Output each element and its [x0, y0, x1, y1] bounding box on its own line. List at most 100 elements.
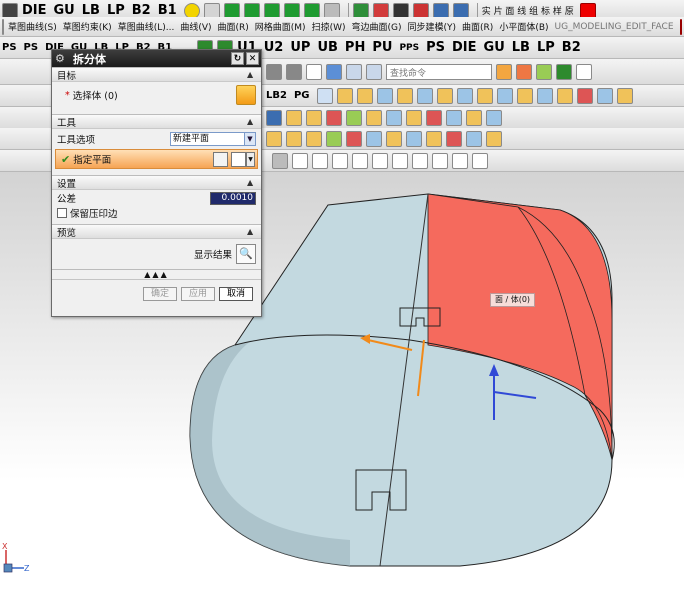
- tool-lp[interactable]: LP: [107, 3, 125, 18]
- tool-ps[interactable]: PS: [2, 42, 17, 53]
- window-icon[interactable]: [366, 63, 382, 80]
- menu-edit-face[interactable]: UG_MODELING_EDIT_FACE: [555, 22, 674, 32]
- tool-pu[interactable]: PU: [372, 40, 392, 55]
- tool-die-3[interactable]: DIE: [452, 40, 477, 55]
- keep-imprint-checkbox[interactable]: [57, 208, 67, 218]
- tool-gu-3[interactable]: GU: [484, 40, 505, 55]
- magnifier-icon[interactable]: 🔍: [236, 244, 256, 264]
- analysis-icon-6[interactable]: [366, 130, 382, 147]
- cancel-button[interactable]: 取消: [219, 286, 253, 301]
- chevron-down-icon[interactable]: ▼: [246, 151, 255, 167]
- analysis-icon-10[interactable]: [446, 130, 462, 147]
- red-square-icon-2[interactable]: [679, 18, 682, 35]
- analysis-icon-12[interactable]: [486, 130, 502, 147]
- tool-ps-2[interactable]: PS: [24, 42, 39, 53]
- existing-point-icon[interactable]: [432, 152, 448, 169]
- arrow-right-icon[interactable]: [272, 152, 288, 169]
- select-body-button[interactable]: [236, 85, 256, 105]
- command-search-input[interactable]: 查找命令: [386, 63, 492, 80]
- menu-flange-surface[interactable]: 弯边曲面(G): [352, 20, 402, 33]
- collapse-icon[interactable]: ▲: [247, 70, 257, 79]
- delete-icon[interactable]: [306, 63, 322, 80]
- tool-section-header[interactable]: 工具 ▲: [52, 114, 261, 129]
- feature-icon-14[interactable]: [596, 87, 613, 104]
- face-icon-10[interactable]: [446, 109, 462, 126]
- undo-icon[interactable]: [326, 63, 342, 80]
- tool-lp-3[interactable]: LP: [537, 40, 555, 55]
- specify-plane-row[interactable]: ✔ 指定平面 ▼: [55, 149, 258, 169]
- center-point-icon[interactable]: [392, 152, 408, 169]
- snap-icon[interactable]: [496, 63, 512, 80]
- face-icon-11[interactable]: [466, 109, 482, 126]
- slash-icon[interactable]: [576, 63, 592, 80]
- tool-pps[interactable]: PPS: [399, 43, 419, 53]
- tool-ub[interactable]: UB: [317, 40, 337, 55]
- chevron-down-icon[interactable]: ▼: [244, 133, 255, 145]
- paste-icon[interactable]: [286, 63, 302, 80]
- tool-u2[interactable]: U2: [264, 40, 284, 55]
- endpoint-icon[interactable]: [312, 152, 328, 169]
- face-icon-9[interactable]: [426, 109, 442, 126]
- menu-sync-modeling[interactable]: 同步建模(Y): [408, 20, 457, 33]
- tool-ph[interactable]: PH: [345, 40, 365, 55]
- dialog-titlebar[interactable]: ⚙ 拆分体 ↻ ✕: [52, 50, 261, 67]
- plane-dialog-icon[interactable]: [213, 151, 228, 167]
- export-icon[interactable]: [556, 63, 572, 80]
- analysis-icon-4[interactable]: [326, 130, 342, 147]
- analysis-icon-9[interactable]: [426, 130, 442, 147]
- face-icon-7[interactable]: [386, 109, 402, 126]
- analysis-icon-8[interactable]: [406, 130, 422, 147]
- split-body-dialog[interactable]: ⚙ 拆分体 ↻ ✕ 目标 ▲ * 选择体 (0) 工具 ▲ 工具选项 新建平面 …: [51, 49, 262, 317]
- keep-imprint-row[interactable]: 保留压印边: [52, 206, 261, 220]
- analysis-icon-5[interactable]: [346, 130, 362, 147]
- grid-icon[interactable]: [472, 152, 488, 169]
- select-icon[interactable]: [536, 63, 552, 80]
- tool-b2[interactable]: B2: [132, 3, 151, 18]
- menu-sketch-constraint[interactable]: 草图约束(K): [63, 20, 112, 33]
- sm-icon[interactable]: [316, 87, 333, 104]
- face-icon-12[interactable]: [486, 109, 502, 126]
- feature-icon-11[interactable]: [536, 87, 553, 104]
- collapse-icon[interactable]: ▲: [247, 178, 257, 187]
- copy-icon[interactable]: [266, 63, 282, 80]
- feature-icon-7[interactable]: [456, 87, 473, 104]
- menu-mesh-surface[interactable]: 网格曲面(M): [255, 20, 306, 33]
- reset-icon[interactable]: ↻: [231, 52, 244, 65]
- feature-icon-9[interactable]: [496, 87, 513, 104]
- expand-icon[interactable]: ▲▲▲: [52, 269, 261, 279]
- analysis-icon-3[interactable]: [306, 130, 322, 147]
- intersection-icon[interactable]: [372, 152, 388, 169]
- menu-sketch-curve[interactable]: 草图曲线(S): [8, 20, 57, 33]
- select-body-row[interactable]: * 选择体 (0): [52, 82, 261, 108]
- midpoint-icon[interactable]: [332, 152, 348, 169]
- menu-curve[interactable]: 曲线(V): [180, 20, 211, 33]
- face-icon-5[interactable]: [346, 109, 362, 126]
- tool-lb[interactable]: LB: [82, 3, 100, 18]
- gear-icon[interactable]: ⚙: [55, 52, 67, 65]
- redo-icon[interactable]: [346, 63, 362, 80]
- feature-icon-10[interactable]: [516, 87, 533, 104]
- menu-surface-2[interactable]: 曲面(R): [462, 20, 493, 33]
- feature-icon[interactable]: [336, 87, 353, 104]
- face-icon[interactable]: [266, 109, 282, 126]
- tool-lb2[interactable]: LB2: [266, 90, 287, 101]
- row1-right-menu[interactable]: 实 片 面 线 组 标 样 原: [482, 4, 574, 17]
- menu-sketch-curve-l[interactable]: 草图曲线(L)...: [118, 20, 175, 33]
- menu-surface[interactable]: 曲面(R): [218, 20, 249, 33]
- ok-button[interactable]: 确定: [143, 286, 177, 301]
- feature-icon-13[interactable]: [576, 87, 593, 104]
- tool-pg[interactable]: PG: [294, 90, 310, 101]
- plane-inference-icon[interactable]: [231, 151, 246, 167]
- collapse-icon[interactable]: ▲: [247, 227, 257, 236]
- point-on-face-icon[interactable]: [452, 152, 468, 169]
- face-icon-2[interactable]: [286, 109, 302, 126]
- feature-icon-12[interactable]: [556, 87, 573, 104]
- analysis-icon-7[interactable]: [386, 130, 402, 147]
- tool-b1[interactable]: B1: [158, 3, 177, 18]
- face-icon-8[interactable]: [406, 109, 422, 126]
- snap-point-icon[interactable]: [292, 152, 308, 169]
- tool-ps-3[interactable]: PS: [426, 40, 445, 55]
- feature-icon-5[interactable]: [416, 87, 433, 104]
- mini-icon[interactable]: [2, 18, 4, 35]
- target-section-header[interactable]: 目标 ▲: [52, 67, 261, 82]
